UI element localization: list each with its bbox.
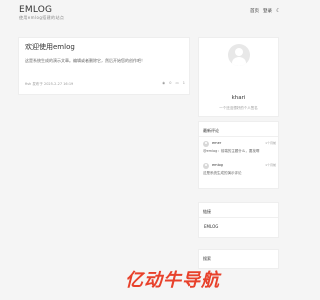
watermark-logo: 亿动牛导航 <box>125 266 295 292</box>
post-card[interactable]: 欢迎使用emlog 这是系统生成的演示文章。编辑或者删除它，然后开始您的创作吧！… <box>18 37 190 95</box>
watermark-text: 亿动牛导航 <box>125 270 220 291</box>
profile-description: 一个还没想好的个人签名 <box>219 106 258 110</box>
post-title[interactable]: 欢迎使用emlog <box>25 42 75 52</box>
post-excerpt: 这是系统生成的演示文章。编辑或者删除它，然后开始您的创作吧！ <box>25 58 145 63</box>
comment-icon: ▭ <box>175 81 179 85</box>
comment-author: emer <box>212 141 222 145</box>
comments-count: 1 <box>182 81 185 85</box>
comment-text: 这是系统生成的演示评论 <box>203 171 242 175</box>
site-header: EMLOG 使用emlog搭建的站点 首页 登录 ☾ <box>0 0 300 27</box>
site-tagline: 使用emlog搭建的站点 <box>19 15 65 20</box>
profile-widget: khari 一个还没想好的个人签名 <box>198 37 279 117</box>
avatar <box>228 44 250 66</box>
widget-title: 链接 <box>203 209 211 214</box>
comment-text: @emlog：前端的主题什么，要找啊 <box>203 149 260 153</box>
site-logo[interactable]: EMLOG <box>19 5 52 15</box>
avatar <box>203 141 209 147</box>
nav-home-link[interactable]: 首页 <box>250 8 259 14</box>
widget-title: 搜索 <box>203 256 211 261</box>
link-emlog[interactable]: EMLOG <box>204 224 218 229</box>
links-widget: 链接 EMLOG <box>198 202 279 238</box>
divider <box>199 217 278 218</box>
top-nav: 首页 登录 ☾ <box>250 8 282 14</box>
comment-time: 1个月前 <box>265 141 276 145</box>
recent-comments-widget: 最新评论 emer 1个月前 @emlog：前端的主题什么，要找啊 emlog … <box>198 121 279 189</box>
post-stats: ◉ 0 ▭ 1 <box>162 81 185 85</box>
profile-name: khari <box>231 95 246 101</box>
widget-title: 最新评论 <box>203 128 219 133</box>
comment-item[interactable]: emlog 1个月前 这是系统生成的演示评论 <box>203 163 276 181</box>
comment-time: 1个月前 <box>265 163 276 167</box>
avatar <box>203 163 209 169</box>
comment-item[interactable]: emer 1个月前 @emlog：前端的主题什么，要找啊 <box>203 141 276 159</box>
moon-icon[interactable]: ☾ <box>276 8 282 14</box>
views-count: 0 <box>169 81 172 85</box>
nav-login-link[interactable]: 登录 <box>263 8 272 14</box>
eye-icon: ◉ <box>162 81 166 85</box>
post-meta: fish 发布于 2025-2-27 16:19 <box>25 82 74 86</box>
comment-author: emlog <box>212 163 223 167</box>
divider <box>199 136 278 137</box>
